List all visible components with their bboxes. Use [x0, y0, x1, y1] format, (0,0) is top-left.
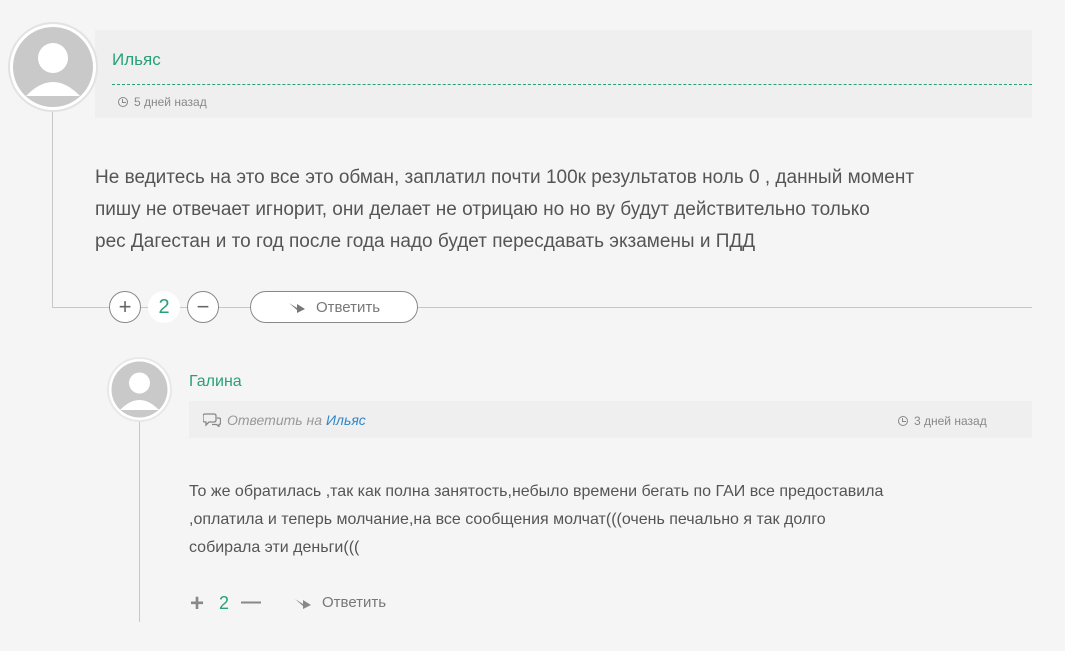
- reply-time: 3 дней назад: [898, 414, 987, 428]
- clock-icon: [898, 416, 908, 426]
- reply-arrow-icon: [288, 303, 305, 313]
- clock-icon: [118, 97, 128, 107]
- reply-text-line: собирала эти деньги(((: [189, 539, 360, 556]
- upvote-button[interactable]: +: [109, 291, 141, 323]
- avatar: [8, 22, 98, 112]
- reply-avatar: [107, 357, 172, 422]
- speech-bubbles-icon: [203, 413, 221, 427]
- reply-to-prefix: Ответить на: [227, 412, 323, 428]
- header-dashed-divider: [112, 84, 1032, 85]
- reply-time-label: 3 дней назад: [914, 414, 987, 428]
- reply-text-line: ,оплатила и теперь молчание,на все сообщ…: [189, 511, 826, 528]
- comment-author[interactable]: Ильяс: [112, 50, 161, 70]
- reply-to-link[interactable]: Ильяс: [326, 412, 366, 428]
- reply-reply-button[interactable]: Ответить: [294, 594, 386, 611]
- comment-header-bar: [95, 30, 1032, 118]
- reply-button-label: Ответить: [315, 298, 381, 316]
- reply-reply-label: Ответить: [322, 594, 387, 611]
- thread-line: [52, 100, 53, 308]
- reply-vote-count: 2: [219, 593, 230, 613]
- reply-author[interactable]: Галина: [189, 373, 242, 391]
- comment-text: Не ведитесь на это все это обман, заплат…: [95, 162, 1045, 258]
- reply-to: Ответить на Ильяс: [203, 412, 366, 428]
- comment-text-line: Не ведитесь на это все это обман, заплат…: [95, 167, 915, 188]
- comment-text-line: рес Дагестан и то год после года надо бу…: [95, 231, 756, 252]
- comment-time-label: 5 дней назад: [134, 95, 207, 109]
- reply-arrow-icon: [295, 598, 311, 609]
- reply-text: То же обратилась ,так как полна занятост…: [189, 478, 1049, 562]
- comment-text-line: пишу не отвечает игнорит, они делает не …: [95, 199, 870, 220]
- reply-downvote-button[interactable]: —: [241, 591, 261, 614]
- reply-thread-line: [139, 410, 140, 622]
- comment-time: 5 дней назад: [118, 95, 207, 109]
- vote-count: 2: [148, 291, 180, 323]
- downvote-button[interactable]: −: [187, 291, 219, 323]
- reply-text-line: То же обратилась ,так как полна занятост…: [189, 483, 884, 500]
- reply-button[interactable]: Ответить: [250, 291, 418, 323]
- reply-upvote-button[interactable]: +: [190, 590, 204, 618]
